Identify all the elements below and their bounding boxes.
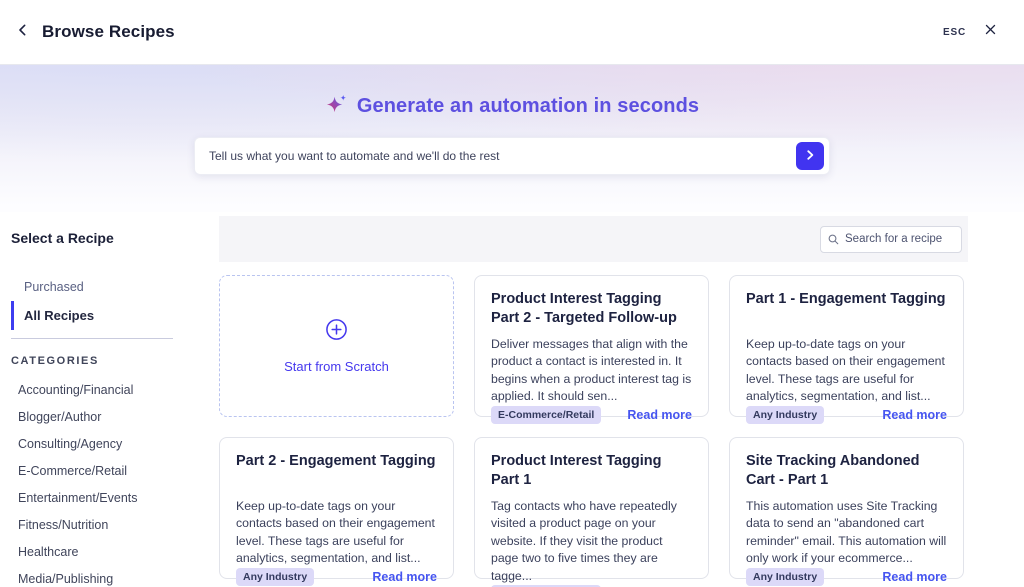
plus-circle-icon xyxy=(325,318,348,346)
read-more-link[interactable]: Read more xyxy=(882,408,947,422)
search-icon xyxy=(827,233,840,246)
recipe-card[interactable]: Part 1 - Engagement Tagging Keep up-to-d… xyxy=(729,275,964,417)
recipe-card-title: Part 2 - Engagement Tagging xyxy=(236,452,437,492)
category-item-accounting-financial[interactable]: Accounting/Financial xyxy=(11,376,219,403)
recipe-nav: Purchased All Recipes xyxy=(11,273,219,330)
category-item-blogger-author[interactable]: Blogger/Author xyxy=(11,403,219,430)
recipe-card[interactable]: Site Tracking Abandoned Cart - Part 1 Th… xyxy=(729,437,964,579)
automation-prompt-input[interactable] xyxy=(209,149,796,163)
sidebar-heading: Select a Recipe xyxy=(11,230,219,246)
recipe-card[interactable]: Product Interest Tagging Part 2 - Target… xyxy=(474,275,709,417)
sparkle-icon xyxy=(325,92,348,120)
recipe-card-description: This automation uses Site Tracking data … xyxy=(746,498,947,568)
recipe-card-description: Deliver messages that align with the pro… xyxy=(491,336,692,406)
read-more-link[interactable]: Read more xyxy=(882,570,947,584)
industry-badge: E-Commerce/Retail xyxy=(491,406,601,424)
read-more-link[interactable]: Read more xyxy=(372,570,437,584)
sidebar-divider xyxy=(11,338,173,339)
esc-hint: ESC xyxy=(943,27,966,38)
chevron-left-icon xyxy=(15,22,31,43)
sidebar-item-all-recipes[interactable]: All Recipes xyxy=(11,301,219,330)
recipe-card-title: Part 1 - Engagement Tagging xyxy=(746,290,947,330)
ai-generate-banner: Generate an automation in seconds xyxy=(0,65,1024,212)
send-arrow-icon xyxy=(803,148,817,165)
recipe-card-description: Keep up-to-date tags on your contacts ba… xyxy=(746,336,947,406)
category-item-entertainment-events[interactable]: Entertainment/Events xyxy=(11,484,219,511)
industry-badge: Any Industry xyxy=(746,406,824,424)
category-item-media-publishing[interactable]: Media/Publishing xyxy=(11,565,219,587)
recipe-card-description: Keep up-to-date tags on your contacts ba… xyxy=(236,498,437,568)
category-item-ecommerce-retail[interactable]: E-Commerce/Retail xyxy=(11,457,219,484)
read-more-link[interactable]: Read more xyxy=(627,408,692,422)
recipe-card[interactable]: Product Interest Tagging Part 1 Tag cont… xyxy=(474,437,709,579)
generate-submit-button[interactable] xyxy=(796,142,824,170)
category-item-healthcare[interactable]: Healthcare xyxy=(11,538,219,565)
recipe-card-title: Product Interest Tagging Part 1 xyxy=(491,452,692,492)
back-button[interactable] xyxy=(10,19,36,45)
recipe-search-box xyxy=(820,226,962,253)
sidebar-item-purchased[interactable]: Purchased xyxy=(11,273,219,301)
recipe-toolbar xyxy=(219,216,968,262)
recipe-cards-grid: Start from Scratch Product Interest Tagg… xyxy=(219,275,968,579)
category-list: Accounting/Financial Blogger/Author Cons… xyxy=(11,376,219,587)
start-from-scratch-card[interactable]: Start from Scratch xyxy=(219,275,454,417)
categories-heading: CATEGORIES xyxy=(11,355,219,367)
start-from-scratch-label: Start from Scratch xyxy=(284,359,389,374)
modal-header: Browse Recipes ESC xyxy=(0,0,1024,65)
recipe-sidebar: Select a Recipe Purchased All Recipes CA… xyxy=(0,216,219,587)
automation-prompt-bar xyxy=(194,137,830,175)
recipe-card-description: Tag contacts who have repeatedly visited… xyxy=(491,498,692,585)
close-icon xyxy=(983,22,998,42)
industry-badge: Any Industry xyxy=(236,568,314,586)
recipe-card[interactable]: Part 2 - Engagement Tagging Keep up-to-d… xyxy=(219,437,454,579)
page-title: Browse Recipes xyxy=(42,22,175,42)
recipe-search-input[interactable] xyxy=(845,233,955,245)
recipe-card-title: Product Interest Tagging Part 2 - Target… xyxy=(491,290,692,330)
recipe-card-title: Site Tracking Abandoned Cart - Part 1 xyxy=(746,452,947,492)
close-button[interactable] xyxy=(980,22,1000,42)
category-item-fitness-nutrition[interactable]: Fitness/Nutrition xyxy=(11,511,219,538)
banner-title: Generate an automation in seconds xyxy=(357,95,699,118)
category-item-consulting-agency[interactable]: Consulting/Agency xyxy=(11,430,219,457)
recipe-content: Start from Scratch Product Interest Tagg… xyxy=(219,216,968,587)
industry-badge: Any Industry xyxy=(746,568,824,586)
